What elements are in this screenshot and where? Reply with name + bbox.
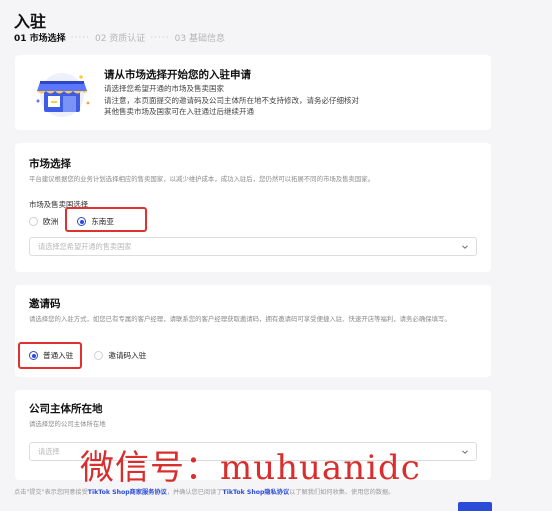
step-indicator: 01 市场选择 ····· 02 资质认证 ····· 03 基础信息: [14, 31, 225, 45]
step-separator: ·····: [150, 32, 170, 43]
country-select-placeholder: 请选择您希望开通的售卖国家: [38, 242, 132, 251]
step-basic-info: 03 基础信息: [174, 34, 225, 44]
agreement-suffix: 以了解我们如何收集、使用您的数据。: [289, 489, 395, 496]
watermark-text: 微信号：muhuanidc: [80, 448, 421, 488]
step-qualification: 02 资质认证: [94, 34, 146, 44]
submit-button[interactable]: [458, 502, 492, 511]
radio-circle[interactable]: [29, 217, 38, 226]
intro-note: 请选择您希望开通的市场及售卖国家: [104, 84, 224, 93]
invite-section-description: 请选择您的入驻方式，如您已有专属的客户经理，请联系您的客户经理获取邀请码，拥有邀…: [29, 315, 451, 323]
invite-section-title: 邀请码: [29, 298, 61, 310]
invite-code-card: 邀请码 请选择您的入驻方式，如您已有专属的客户经理，请联系您的客户经理获取邀请码…: [15, 285, 491, 377]
step-market: 01 市场选择: [14, 34, 66, 44]
market-section-title: 市场选择: [29, 158, 71, 170]
privacy-policy-link[interactable]: TikTok Shop隐私协议: [223, 489, 290, 496]
country-select[interactable]: 请选择您希望开通的售卖国家: [29, 237, 477, 256]
company-section-title: 公司主体所在地: [29, 403, 103, 415]
highlight-box-normal-entry: [18, 342, 82, 369]
step-separator: ·····: [70, 32, 90, 43]
highlight-box-southeast-asia: [65, 207, 147, 232]
radio-label: 欧洲: [43, 217, 59, 226]
chevron-down-icon: [462, 245, 468, 249]
intro-note: 其他售卖市场及国家可在入驻通过后继续开通: [104, 107, 254, 116]
intro-note: 请注意，本页面提交的邀请码及公司主体所在地不支持修改，请务必仔细核对: [104, 95, 359, 105]
chevron-down-icon: [462, 450, 468, 454]
shop-illustration-icon: [36, 73, 90, 117]
radio-europe[interactable]: 欧洲: [29, 216, 58, 227]
intro-card: 请从市场选择开始您的入驻申请 请选择您希望开通的市场及售卖国家 请注意，本页面提…: [15, 55, 491, 130]
market-section-description: 平台建议根据您的业务计划选择相应的售卖国家，以减少维护成本，成功入驻后，您仍然可…: [29, 175, 375, 183]
company-section-description: 请选择您的公司主体所在地: [29, 420, 106, 428]
intro-notes: 请选择您希望开通的市场及售卖国家 请注意，本页面提交的邀请码及公司主体所在地不支…: [104, 83, 359, 118]
radio-circle[interactable]: [94, 351, 104, 360]
page-title: 入驻: [14, 12, 47, 31]
intro-title: 请从市场选择开始您的入驻申请: [104, 69, 251, 81]
agreement-middle: ，并确认您已阅读了: [166, 489, 223, 496]
company-select-placeholder: 请选择: [38, 447, 60, 456]
radio-label: 邀请码入驻: [108, 351, 147, 360]
merchant-agreement-link[interactable]: TikTok Shop商家服务协议: [88, 489, 167, 496]
radio-invite-entry[interactable]: 邀请码入驻: [94, 350, 146, 361]
agreement-prefix: 点击"提交"表示您同意接受: [14, 489, 88, 496]
